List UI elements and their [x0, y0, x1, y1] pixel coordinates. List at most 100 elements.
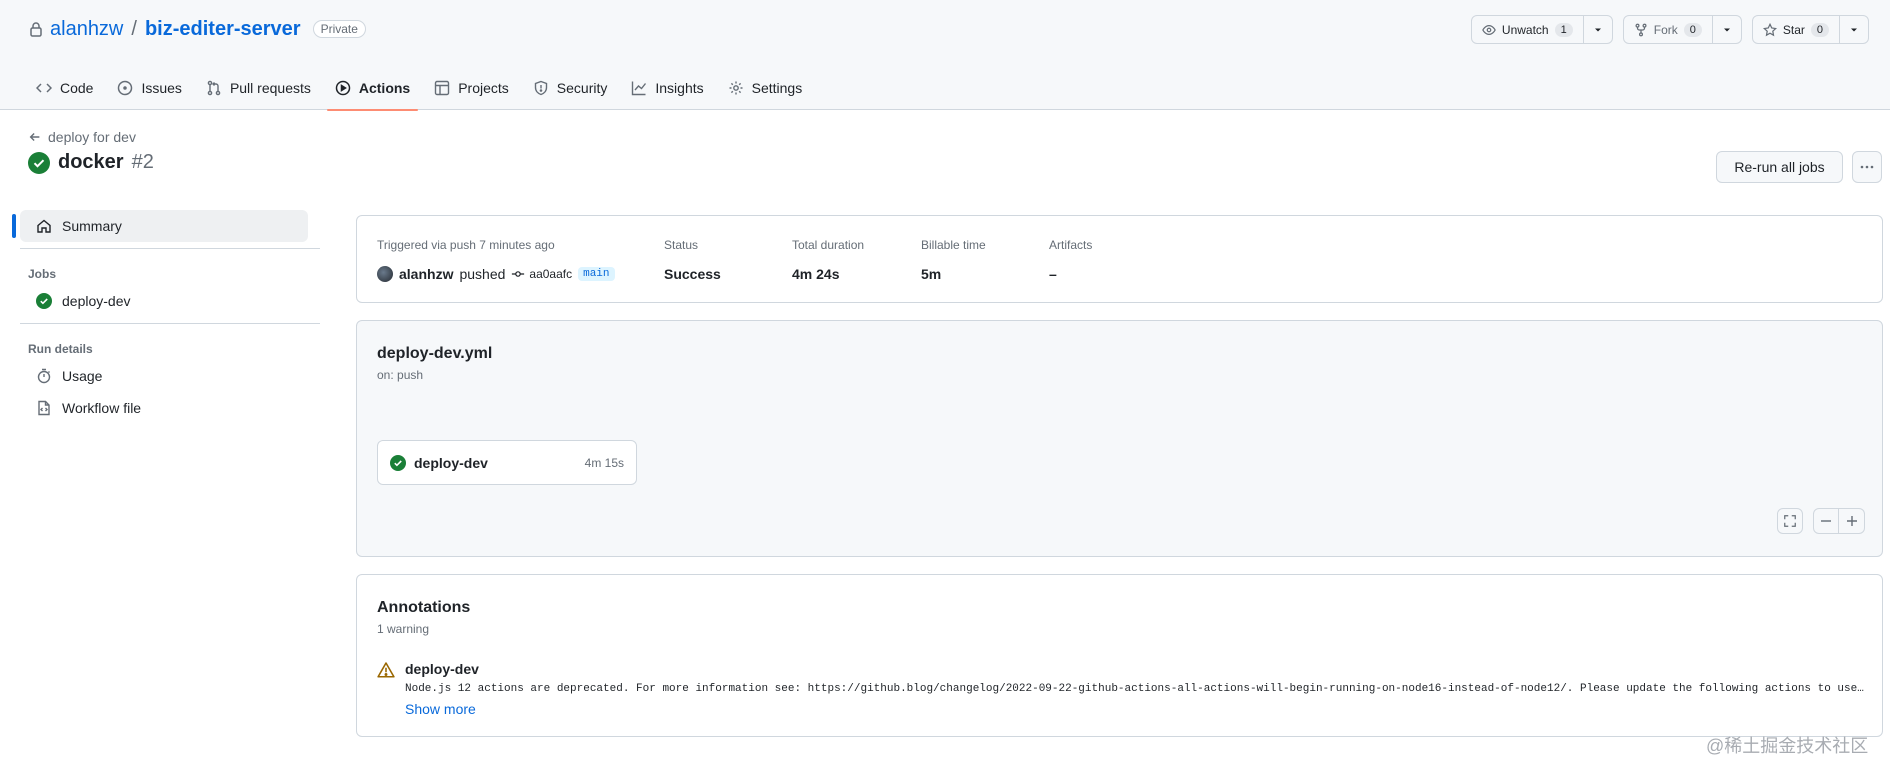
sidebar-heading-run-details: Run details — [28, 342, 93, 356]
rerun-all-jobs-button[interactable]: Re-run all jobs — [1716, 151, 1843, 183]
tab-pull-requests[interactable]: Pull requests — [198, 66, 319, 110]
tab-issues-label: Issues — [141, 80, 182, 96]
actor-link[interactable]: alanhzw — [399, 266, 453, 282]
push-action: pushed — [459, 266, 506, 282]
annotation-job-link[interactable]: deploy-dev — [405, 661, 479, 677]
zoom-in-button[interactable] — [1839, 508, 1865, 534]
eye-icon — [1482, 23, 1496, 37]
shield-icon — [533, 80, 549, 96]
fullscreen-button[interactable] — [1777, 508, 1803, 534]
commit-sha-link[interactable]: aa0aafc — [511, 267, 572, 281]
sidebar-item-summary[interactable]: Summary — [12, 210, 308, 242]
tab-actions-label: Actions — [358, 80, 411, 96]
tab-code[interactable]: Code — [28, 66, 101, 110]
sidebar-item-label: Summary — [62, 218, 122, 234]
workflow-name: docker — [58, 151, 124, 173]
run-sidebar: Summary Jobs deploy-dev Run details Usag… — [12, 210, 320, 424]
watch-dropdown-button[interactable] — [1584, 16, 1612, 43]
tab-security-label: Security — [556, 80, 608, 96]
table-icon — [434, 80, 450, 96]
workflow-file-title: deploy-dev.yml — [377, 345, 493, 362]
gear-icon — [728, 80, 744, 96]
star-label: Star — [1782, 22, 1805, 37]
dash-icon — [1820, 515, 1832, 527]
status-column: Status Success — [664, 238, 721, 284]
run-number: #2 — [131, 151, 154, 173]
back-to-workflow-link[interactable]: deploy for dev — [28, 129, 136, 145]
star-button[interactable]: Star 0 — [1753, 16, 1840, 43]
check-circle-fill-icon — [390, 454, 406, 471]
sidebar-item-label: Usage — [62, 368, 103, 384]
job-duration: 4m 15s — [584, 455, 624, 470]
tab-code-label: Code — [60, 80, 94, 96]
code-icon — [36, 80, 52, 96]
plus-icon — [1846, 515, 1858, 527]
tab-settings[interactable]: Settings — [720, 66, 811, 110]
workflow-trigger: on: push — [377, 368, 424, 382]
star-icon — [1762, 22, 1777, 37]
lock-icon — [28, 21, 44, 37]
back-label: deploy for dev — [48, 129, 136, 145]
unwatch-label: Unwatch — [1501, 22, 1549, 37]
watermark: @稀土掘金技术社区 — [1706, 736, 1869, 756]
repo-title: alanhzw / biz-editer-server Private — [28, 15, 366, 43]
tab-projects-label: Projects — [458, 80, 509, 96]
billable-value: 5m — [921, 266, 942, 282]
trigger-label: Triggered via push 7 minutes ago — [377, 238, 555, 252]
screen-full-icon — [1783, 514, 1797, 528]
zoom-out-button[interactable] — [1813, 508, 1839, 534]
sidebar-item-label: deploy-dev — [62, 293, 131, 309]
tab-actions[interactable]: Actions — [326, 66, 419, 111]
annotations-card: Annotations 1 warning deploy-dev Node.js… — [356, 574, 1883, 737]
fork-button[interactable]: Fork 0 — [1624, 16, 1713, 43]
repo-separator: / — [131, 17, 137, 40]
play-icon — [335, 80, 351, 96]
repo-owner-link[interactable]: alanhzw — [50, 18, 123, 41]
check-circle-fill-icon — [36, 293, 52, 309]
sidebar-item-workflow-file[interactable]: Workflow file — [20, 392, 308, 424]
graph-job-node[interactable]: deploy-dev 4m 15s — [377, 440, 637, 485]
kebab-horizontal-icon — [1859, 159, 1875, 175]
zoom-controls — [1813, 508, 1865, 534]
star-dropdown-button[interactable] — [1840, 16, 1868, 43]
caret-down-icon — [1722, 25, 1732, 35]
sidebar-item-usage[interactable]: Usage — [20, 360, 308, 392]
git-commit-icon — [511, 267, 525, 281]
annotations-count: 1 warning — [377, 622, 430, 636]
repo-nav: Code Issues Pull requests Actions Projec… — [28, 66, 818, 111]
artifacts-label: Artifacts — [1049, 238, 1093, 252]
tab-security[interactable]: Security — [525, 66, 616, 110]
duration-column: Total duration 4m 24s — [792, 238, 864, 284]
branch-label[interactable]: main — [578, 267, 615, 281]
trigger-column: Triggered via push 7 minutes ago alanhzw… — [377, 238, 615, 284]
watch-button-group: Unwatch 1 — [1470, 15, 1613, 44]
alert-icon — [377, 661, 395, 679]
tab-projects[interactable]: Projects — [426, 66, 517, 110]
home-icon — [36, 218, 52, 234]
visibility-badge: Private — [312, 20, 366, 38]
tab-issues[interactable]: Issues — [109, 66, 189, 110]
fork-button-group: Fork 0 — [1622, 15, 1742, 44]
more-options-button[interactable] — [1852, 151, 1882, 183]
repo-header: alanhzw / biz-editer-server Private Unwa… — [0, 0, 1890, 111]
unwatch-button[interactable]: Unwatch 1 — [1472, 16, 1584, 43]
run-title: docker #2 — [28, 151, 154, 174]
caret-down-icon — [1849, 25, 1859, 35]
billable-label: Billable time — [921, 238, 986, 252]
tab-settings-label: Settings — [751, 80, 803, 96]
show-more-link[interactable]: Show more — [405, 701, 476, 717]
fork-dropdown-button[interactable] — [1713, 16, 1741, 43]
check-circle-fill-icon — [28, 151, 50, 174]
repo-actions: Unwatch 1 Fork 0 Star 0 — [1470, 15, 1869, 44]
sidebar-divider — [20, 323, 320, 324]
sidebar-item-label: Workflow file — [62, 400, 142, 416]
repo-name-link[interactable]: biz-editer-server — [145, 18, 301, 41]
arrow-left-icon — [28, 130, 42, 144]
tab-insights[interactable]: Insights — [623, 66, 711, 110]
status-label: Status — [664, 238, 699, 252]
artifacts-column: Artifacts – — [1049, 238, 1092, 284]
sidebar-heading-jobs: Jobs — [28, 267, 57, 281]
avatar[interactable] — [377, 266, 393, 282]
sidebar-item-job[interactable]: deploy-dev — [20, 285, 308, 317]
status-value: Success — [664, 266, 721, 282]
